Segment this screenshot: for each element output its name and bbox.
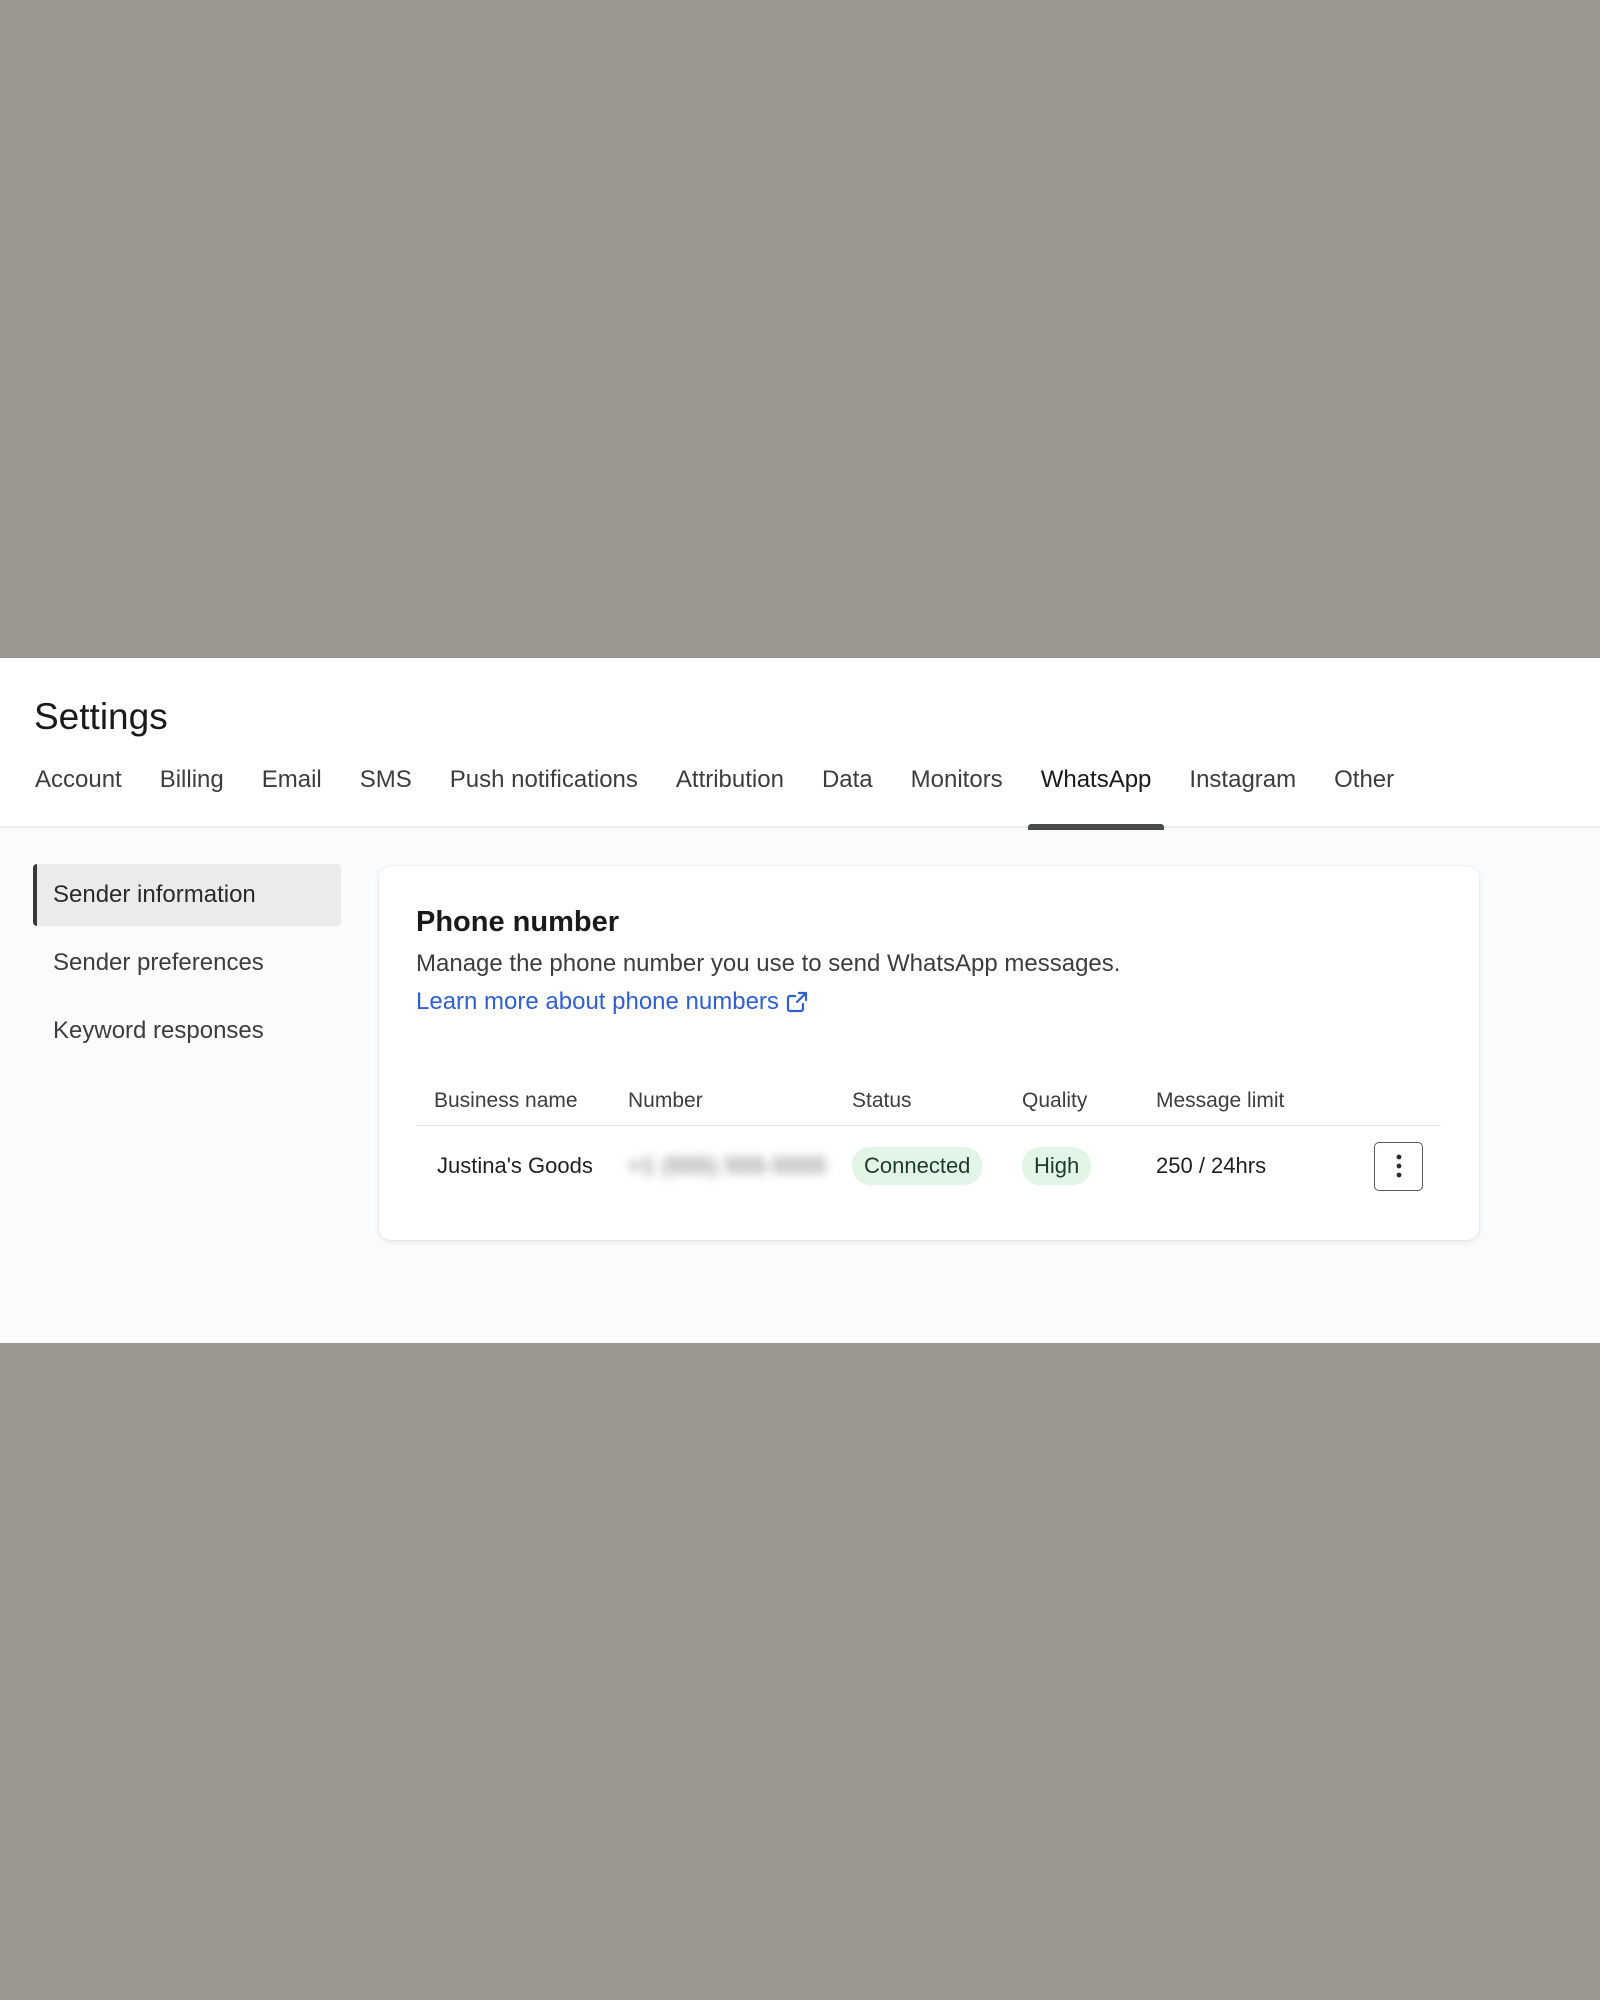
settings-app: Settings Account Billing Email SMS Push … bbox=[0, 658, 1600, 1343]
cell-business-name: Justina's Goods bbox=[437, 1153, 593, 1178]
header-message-limit: Message limit bbox=[1156, 1088, 1285, 1112]
page-title: Settings bbox=[34, 696, 168, 737]
cell-number: +1 (555) 555-5555 bbox=[628, 1153, 852, 1179]
learn-more-link-label: Learn more about phone numbers bbox=[416, 988, 779, 1015]
quality-badge: High bbox=[1022, 1147, 1092, 1185]
settings-tabs: Account Billing Email SMS Push notificat… bbox=[35, 766, 1432, 830]
sidebar-item-keyword-responses[interactable]: Keyword responses bbox=[33, 1000, 341, 1062]
phone-number-card: Phone number Manage the phone number you… bbox=[379, 866, 1479, 1240]
header-number: Number bbox=[628, 1088, 703, 1112]
tab-account[interactable]: Account bbox=[35, 766, 122, 828]
tab-email[interactable]: Email bbox=[262, 766, 322, 828]
tab-instagram[interactable]: Instagram bbox=[1189, 766, 1296, 828]
sidebar-item-sender-preferences[interactable]: Sender preferences bbox=[33, 932, 341, 994]
tab-sms[interactable]: SMS bbox=[360, 766, 412, 828]
card-title: Phone number bbox=[416, 906, 620, 938]
blurred-phone-number: +1 (555) 555-5555 bbox=[628, 1153, 827, 1178]
sidebar-nav: Sender information Sender preferences Ke… bbox=[33, 864, 341, 1068]
tab-monitors[interactable]: Monitors bbox=[911, 766, 1003, 828]
more-vertical-icon bbox=[1396, 1154, 1401, 1178]
tab-other[interactable]: Other bbox=[1334, 766, 1394, 828]
more-actions-button[interactable] bbox=[1374, 1141, 1423, 1191]
tab-whatsapp[interactable]: WhatsApp bbox=[1027, 766, 1165, 830]
status-badge: Connected bbox=[852, 1147, 983, 1185]
header-quality: Quality bbox=[1022, 1088, 1088, 1112]
header-status: Status bbox=[852, 1088, 912, 1112]
table-row: Justina's Goods +1 (555) 555-5555 Connec… bbox=[416, 1126, 1441, 1206]
card-description: Manage the phone number you use to send … bbox=[416, 950, 1121, 977]
cell-status: Connected bbox=[852, 1147, 1022, 1185]
learn-more-link[interactable]: Learn more about phone numbers bbox=[416, 988, 809, 1016]
sidebar-item-sender-information[interactable]: Sender information bbox=[33, 864, 341, 926]
tab-billing[interactable]: Billing bbox=[160, 766, 224, 828]
tab-attribution[interactable]: Attribution bbox=[676, 766, 784, 828]
cell-quality: High bbox=[1022, 1147, 1156, 1185]
tab-push-notifications[interactable]: Push notifications bbox=[450, 766, 638, 828]
table-header: Business name Number Status Quality Mess… bbox=[416, 1076, 1441, 1126]
header-business-name: Business name bbox=[434, 1088, 578, 1112]
tab-data[interactable]: Data bbox=[822, 766, 873, 828]
external-link-icon bbox=[786, 991, 808, 1013]
settings-header: Settings Account Billing Email SMS Push … bbox=[0, 658, 1600, 830]
cell-actions bbox=[1356, 1141, 1441, 1191]
phone-number-table: Business name Number Status Quality Mess… bbox=[416, 1076, 1441, 1206]
cell-message-limit: 250 / 24hrs bbox=[1156, 1153, 1267, 1178]
